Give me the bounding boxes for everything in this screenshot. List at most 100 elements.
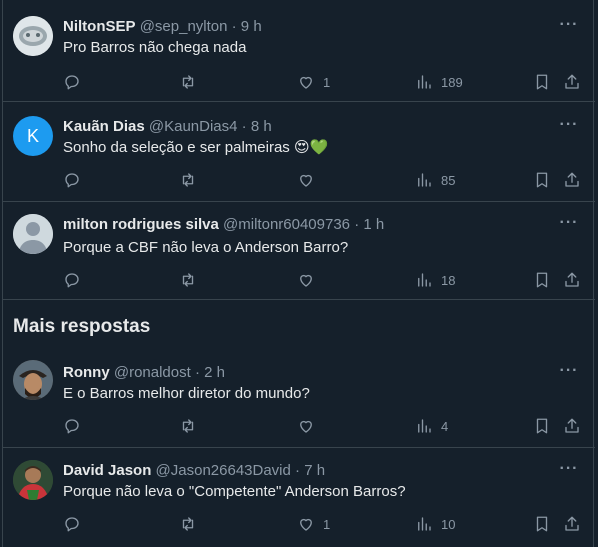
views-icon [418, 517, 431, 531]
tweet-header: Kauãn Dias @KaunDias4 · 8 h [63, 118, 272, 136]
views-button[interactable]: 85 [415, 170, 455, 190]
author-name[interactable]: David Jason [63, 462, 151, 479]
timestamp[interactable]: · 2 h [195, 364, 225, 381]
tweet-header: milton rodrigues silva @miltonr60409736 … [63, 216, 384, 234]
views-button[interactable]: 4 [415, 416, 448, 436]
avatar[interactable] [13, 214, 53, 254]
retweet-button[interactable] [179, 170, 197, 190]
reply-icon [65, 75, 79, 90]
tweet-header: Ronny @ronaldost · 2 h [63, 364, 225, 382]
views-button[interactable]: 10 [415, 514, 455, 534]
bookmark-button[interactable] [533, 416, 551, 436]
retweet-button[interactable] [179, 72, 197, 92]
tweet-actions: 85 [3, 170, 595, 190]
avatar-image-icon [13, 460, 53, 500]
like-button[interactable]: 1 [297, 514, 330, 534]
timestamp[interactable]: · 8 h [242, 118, 272, 135]
reply-button[interactable] [63, 416, 81, 436]
like-button[interactable]: 1 [297, 72, 330, 92]
tweet-text: Porque a CBF não leva o Anderson Barro? [63, 239, 349, 256]
reply-button[interactable] [63, 514, 81, 534]
like-button[interactable] [297, 416, 315, 436]
more-options-icon[interactable]: ··· [559, 17, 579, 38]
reply-button[interactable] [63, 270, 81, 290]
bookmark-button[interactable] [533, 170, 551, 190]
avatar[interactable] [13, 360, 53, 400]
bookmark-button[interactable] [533, 514, 551, 534]
share-icon [565, 418, 579, 433]
reply-icon [65, 273, 79, 288]
bookmark-icon [536, 272, 548, 288]
like-button[interactable] [297, 270, 315, 290]
retweet-icon [182, 419, 194, 433]
tweet-text: Sonho da seleção e ser palmeiras 😍💚 [63, 138, 328, 158]
share-button[interactable] [563, 170, 581, 190]
like-button[interactable] [297, 170, 315, 190]
timestamp[interactable]: · 1 h [354, 216, 384, 233]
share-icon [565, 74, 579, 89]
view-count: 189 [441, 74, 463, 90]
reply-tweet[interactable]: K Kauãn Dias @KaunDias4 · 8 h ··· Sonho … [3, 102, 595, 202]
reply-tweet[interactable]: David Jason @Jason26643David · 7 h ··· P… [3, 448, 595, 547]
avatar[interactable] [13, 460, 53, 500]
like-count: 1 [323, 516, 331, 532]
retweet-icon [182, 75, 194, 89]
share-button[interactable] [563, 72, 581, 92]
author-handle[interactable]: @sep_nylton [140, 18, 228, 35]
bookmark-button[interactable] [533, 72, 551, 92]
tweet-actions: 1 10 [3, 514, 595, 534]
tweet-text-body: Sonho da seleção e ser palmeiras [63, 139, 290, 156]
reply-icon [65, 173, 79, 188]
avatar-image-icon [13, 16, 53, 56]
retweet-icon [182, 173, 194, 187]
author-name[interactable]: Ronny [63, 364, 110, 381]
more-options-icon[interactable]: ··· [559, 117, 579, 138]
timestamp[interactable]: · 9 h [232, 18, 262, 35]
views-button[interactable]: 189 [415, 72, 463, 92]
share-button[interactable] [563, 416, 581, 436]
retweet-button[interactable] [179, 514, 197, 534]
retweet-button[interactable] [179, 416, 197, 436]
more-options-icon[interactable]: ··· [559, 363, 579, 384]
share-button[interactable] [563, 514, 581, 534]
avatar[interactable]: K [13, 116, 53, 156]
reply-tweet[interactable]: Ronny @ronaldost · 2 h ··· E o Barros me… [3, 350, 595, 448]
tweet-text: Porque não leva o "Competente" Anderson … [63, 483, 406, 500]
views-icon [418, 75, 431, 89]
tweet-header: David Jason @Jason26643David · 7 h [63, 462, 325, 480]
view-count: 85 [441, 172, 456, 188]
bookmark-icon [536, 516, 548, 532]
views-button[interactable]: 18 [415, 270, 455, 290]
reply-button[interactable] [63, 170, 81, 190]
author-name[interactable]: milton rodrigues silva [63, 216, 219, 233]
share-button[interactable] [563, 270, 581, 290]
views-icon [418, 419, 431, 433]
author-name[interactable]: Kauãn Dias [63, 118, 145, 135]
section-title: Mais respostas [13, 316, 151, 337]
bookmark-icon [536, 418, 548, 434]
retweet-icon [182, 517, 194, 531]
retweet-icon [182, 273, 194, 287]
timeline: NiltonSEP @sep_nylton · 9 h ··· Pro Barr… [2, 0, 595, 547]
tweet-header: NiltonSEP @sep_nylton · 9 h [63, 18, 262, 36]
more-options-icon[interactable]: ··· [559, 461, 579, 482]
bookmark-button[interactable] [533, 270, 551, 290]
avatar[interactable] [13, 16, 53, 56]
author-handle[interactable]: @ronaldost [114, 364, 191, 381]
reply-icon [65, 419, 79, 434]
tweet-text: E o Barros melhor diretor do mundo? [63, 385, 310, 402]
views-icon [418, 173, 431, 187]
reply-button[interactable] [63, 72, 81, 92]
view-count: 18 [441, 272, 456, 288]
retweet-button[interactable] [179, 270, 197, 290]
more-options-icon[interactable]: ··· [559, 215, 579, 236]
author-name[interactable]: NiltonSEP [63, 18, 136, 35]
author-handle[interactable]: @miltonr60409736 [223, 216, 350, 233]
timestamp[interactable]: · 7 h [295, 462, 325, 479]
reply-tweet[interactable]: NiltonSEP @sep_nylton · 9 h ··· Pro Barr… [3, 0, 595, 102]
reply-tweet[interactable]: milton rodrigues silva @miltonr60409736 … [3, 202, 595, 300]
author-handle[interactable]: @KaunDias4 [149, 118, 238, 135]
tweet-actions: 1 189 [3, 72, 595, 92]
heart-icon [300, 76, 312, 89]
author-handle[interactable]: @Jason26643David [156, 462, 291, 479]
